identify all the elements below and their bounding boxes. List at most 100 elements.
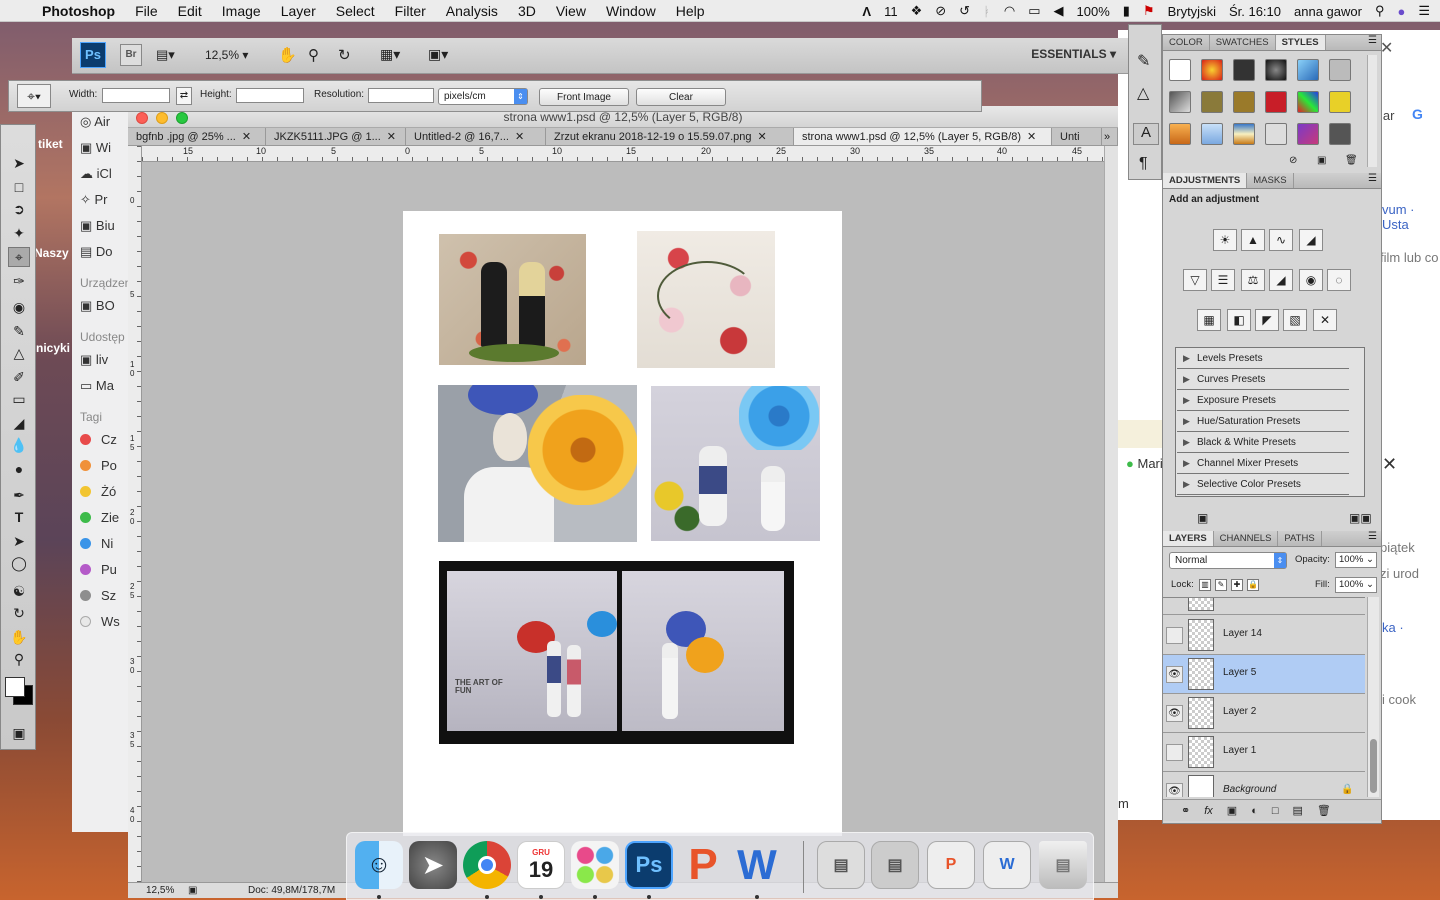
invert-icon[interactable]: ▦: [1197, 309, 1221, 331]
finder-item[interactable]: ◎ Air: [80, 114, 110, 130]
layer-row[interactable]: Layer 1: [1163, 733, 1365, 772]
preset-selective-color[interactable]: ▶ Selective Color Presets: [1177, 474, 1349, 495]
menu-select[interactable]: Select: [326, 3, 385, 19]
zoom-icon[interactable]: ⚲: [308, 46, 319, 64]
photo-mannequins-flowers[interactable]: [439, 234, 586, 365]
menu-help[interactable]: Help: [666, 3, 715, 19]
bridge-icon[interactable]: Br: [120, 44, 142, 66]
block-icon[interactable]: ⊘: [935, 3, 946, 19]
visibility-toggle[interactable]: [1166, 744, 1183, 761]
photo-paper-flowers[interactable]: [637, 231, 775, 368]
calendar-icon[interactable]: GRU 19: [517, 841, 565, 889]
view-extras-icon[interactable]: ▤▾: [156, 47, 175, 63]
layer-row[interactable]: Layer 14: [1163, 616, 1365, 655]
trash-icon[interactable]: ▤: [1039, 841, 1087, 889]
zoom-window-button[interactable]: [176, 112, 188, 124]
paintbrush-app-icon[interactable]: [571, 841, 619, 889]
finder-tag[interactable]: Po: [80, 458, 117, 473]
style-swatch[interactable]: [1265, 59, 1287, 81]
rotate-view-icon[interactable]: ↻: [338, 46, 351, 64]
user-name[interactable]: anna gawor: [1294, 4, 1362, 19]
magic-wand-icon[interactable]: ✦: [8, 223, 30, 243]
layer-row[interactable]: 👁 Layer 2: [1163, 694, 1365, 733]
new-group-icon[interactable]: □: [1272, 805, 1279, 817]
zoom-level-select[interactable]: 12,5% ▾: [205, 48, 248, 62]
dropdown-arrow-icon[interactable]: ⌄: [1366, 553, 1376, 567]
close-tab-icon[interactable]: ✕: [242, 128, 251, 145]
clock[interactable]: Śr. 16:10: [1229, 4, 1281, 19]
style-swatch[interactable]: [1233, 91, 1255, 113]
style-swatch[interactable]: [1233, 59, 1255, 81]
character-panel-icon[interactable]: A: [1133, 123, 1159, 145]
vertical-scrollbar[interactable]: [1104, 146, 1118, 882]
arrange-documents-icon[interactable]: ▦▾: [380, 46, 400, 63]
siri-icon[interactable]: ●: [1397, 4, 1405, 19]
style-swatch[interactable]: [1201, 123, 1223, 145]
link-layers-icon[interactable]: ⚭: [1181, 804, 1190, 817]
resolution-unit-select[interactable]: pixels/cm ⇕: [438, 88, 528, 105]
channel-mixer-icon[interactable]: ◌: [1327, 269, 1351, 291]
eyedropper-icon[interactable]: ✑: [8, 271, 30, 291]
lock-transparent-icon[interactable]: ▥: [1199, 579, 1211, 591]
style-swatch[interactable]: [1297, 91, 1319, 113]
clear-button[interactable]: Clear: [636, 88, 726, 106]
style-swatch[interactable]: [1201, 91, 1223, 113]
minimize-window-button[interactable]: [156, 112, 168, 124]
opacity-field[interactable]: 100% ⌄: [1335, 552, 1377, 568]
close-tab-icon[interactable]: ✕: [515, 128, 524, 145]
style-swatch[interactable]: [1169, 123, 1191, 145]
menu-window[interactable]: Window: [596, 3, 666, 19]
eraser-icon[interactable]: ▭: [8, 389, 30, 409]
history-brush-icon[interactable]: ✐: [8, 367, 30, 387]
fill-field[interactable]: 100% ⌄: [1335, 577, 1377, 593]
curves-icon[interactable]: ∿: [1269, 229, 1293, 251]
preset-black-white[interactable]: ▶ Black & White Presets: [1177, 432, 1349, 453]
document-thumbnail-icon[interactable]: ▤: [817, 841, 865, 889]
layer-row-selected[interactable]: 👁 Layer 5: [1163, 655, 1365, 694]
finder-item[interactable]: ✧ Pr: [80, 192, 108, 208]
menu-image[interactable]: Image: [212, 3, 271, 19]
menu-analysis[interactable]: Analysis: [436, 3, 508, 19]
selective-color-icon[interactable]: ✕: [1313, 309, 1337, 331]
3d-rotate-icon[interactable]: ☯: [8, 581, 30, 601]
airplay-icon[interactable]: ▭: [1028, 3, 1040, 19]
photo-shop-window[interactable]: THE ART OF FUN: [439, 561, 794, 744]
scrollbar-thumb[interactable]: [1370, 739, 1377, 793]
battery-icon[interactable]: ▮: [1123, 3, 1130, 19]
document-tab[interactable]: JKZK5111.JPG @ 1... ✕: [266, 128, 406, 145]
dropbox-icon[interactable]: ❖: [911, 3, 923, 19]
more-tabs-icon[interactable]: »: [1102, 128, 1118, 145]
lock-position-icon[interactable]: ✚: [1231, 579, 1243, 591]
layer-row-partial[interactable]: [1163, 598, 1365, 615]
spotlight-icon[interactable]: ⚲: [1375, 3, 1385, 19]
lasso-tool-icon[interactable]: ➲: [8, 199, 30, 219]
move-tool-icon[interactable]: ➤: [8, 153, 30, 173]
blur-tool-icon[interactable]: 💧: [8, 435, 30, 455]
paint-bucket-icon[interactable]: ◢: [8, 413, 30, 433]
brightness-contrast-icon[interactable]: ☀: [1213, 229, 1237, 251]
powerpoint-document-icon[interactable]: P: [927, 841, 975, 889]
finder-icon[interactable]: ☺: [355, 841, 403, 889]
document-tab-active[interactable]: strona www1.psd @ 12,5% (Layer 5, RGB/8)…: [794, 128, 1052, 145]
add-mask-icon[interactable]: ▣: [1227, 804, 1237, 817]
document-tab[interactable]: bgfnb .jpg @ 25% ... ✕: [128, 128, 266, 145]
preset-exposure[interactable]: ▶ Exposure Presets: [1177, 390, 1349, 411]
menu-filter[interactable]: Filter: [385, 3, 436, 19]
document-tab[interactable]: Zrzut ekranu 2018-12-19 o 15.59.07.png ✕: [546, 128, 794, 145]
document-tab[interactable]: Unti: [1052, 128, 1102, 145]
finder-tag[interactable]: Żó: [80, 484, 116, 499]
black-white-icon[interactable]: ◢: [1269, 269, 1293, 291]
volume-icon[interactable]: ◀: [1054, 3, 1064, 19]
style-swatch[interactable]: [1265, 123, 1287, 145]
resolution-field[interactable]: [368, 88, 434, 103]
word-document-icon[interactable]: W: [983, 841, 1031, 889]
style-none[interactable]: [1169, 59, 1191, 81]
lock-pixels-icon[interactable]: ✎: [1215, 579, 1227, 591]
width-field[interactable]: [102, 88, 170, 103]
brush-presets-icon[interactable]: ✎: [1137, 51, 1150, 71]
shape-tool-icon[interactable]: ◯: [8, 553, 30, 573]
document-tab[interactable]: Untitled-2 @ 16,7... ✕: [406, 128, 546, 145]
dropdown-arrow-icon[interactable]: ⌄: [1366, 578, 1376, 592]
expanded-view-icon[interactable]: ▣▣: [1349, 511, 1372, 525]
crop-preset-icon[interactable]: ⌖▾: [17, 84, 51, 108]
